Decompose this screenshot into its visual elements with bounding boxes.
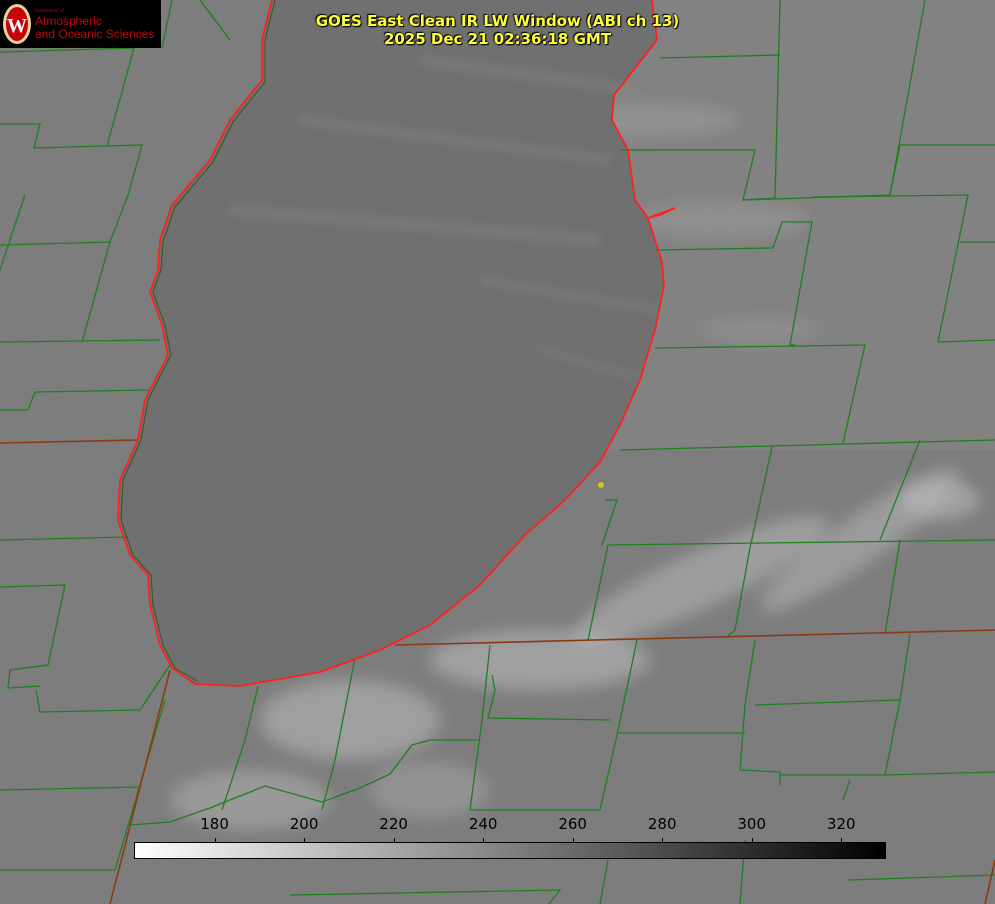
image-title: GOES East Clean IR LW Window (ABI ch 13) [315,12,680,30]
satellite-map [0,0,995,904]
station-marker [598,482,604,488]
satellite-image-viewer: W Department of Atmospheric and Oceanic … [0,0,995,904]
image-timestamp: 2025 Dec 21 02:36:18 GMT [383,30,612,48]
temperature-colorbar [134,842,886,859]
